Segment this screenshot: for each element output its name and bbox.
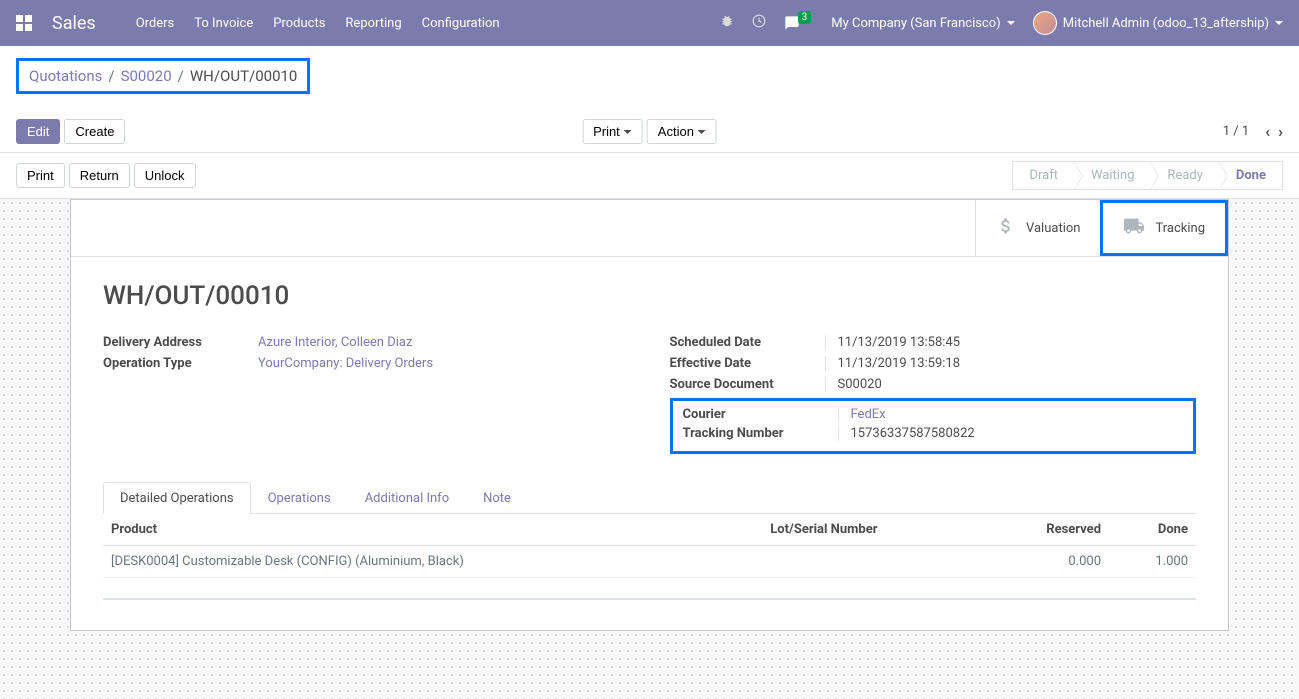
operation-type-label: Operation Type bbox=[103, 356, 258, 371]
valuation-stat-button[interactable]: Valuation bbox=[975, 200, 1100, 256]
truck-icon bbox=[1123, 215, 1145, 241]
company-name: My Company (San Francisco) bbox=[831, 16, 1000, 31]
col-reserved[interactable]: Reserved bbox=[983, 514, 1109, 546]
breadcrumb-order[interactable]: S00020 bbox=[121, 67, 172, 85]
chevron-down-icon bbox=[698, 130, 706, 134]
col-product[interactable]: Product bbox=[103, 514, 762, 546]
company-switcher[interactable]: My Company (San Francisco) bbox=[831, 16, 1014, 31]
apps-icon[interactable] bbox=[16, 15, 32, 31]
stat-buttons: Valuation Tracking bbox=[71, 200, 1228, 257]
clock-icon[interactable] bbox=[752, 14, 766, 32]
action-dropdown[interactable]: Action bbox=[647, 119, 717, 144]
menu-reporting[interactable]: Reporting bbox=[345, 16, 401, 31]
chevron-down-icon bbox=[1007, 21, 1015, 25]
chevron-down-icon bbox=[1275, 21, 1283, 25]
operation-type-value[interactable]: YourCompany: Delivery Orders bbox=[258, 356, 433, 371]
operations-table: Product Lot/Serial Number Reserved Done … bbox=[103, 514, 1196, 598]
print-dropdown[interactable]: Print bbox=[582, 119, 643, 144]
statusbar: Draft Waiting Ready Done bbox=[1012, 161, 1283, 190]
tab-detailed-operations[interactable]: Detailed Operations bbox=[103, 482, 251, 514]
delivery-address-label: Delivery Address bbox=[103, 335, 258, 350]
control-panel: Quotations / S00020 / WH/OUT/00010 Edit … bbox=[0, 46, 1299, 153]
valuation-label: Valuation bbox=[1026, 221, 1080, 236]
user-name: Mitchell Admin (odoo_13_aftership) bbox=[1063, 16, 1269, 31]
record-title: WH/OUT/00010 bbox=[103, 281, 1196, 311]
tabs: Detailed Operations Operations Additiona… bbox=[103, 482, 1196, 514]
left-field-group: Delivery Address Azure Interior, Colleen… bbox=[103, 335, 630, 454]
tracking-number-value: 15736337587580822 bbox=[851, 426, 975, 441]
cell-done: 1.000 bbox=[1109, 546, 1196, 578]
menu-orders[interactable]: Orders bbox=[136, 16, 175, 31]
dollar-icon bbox=[996, 216, 1016, 240]
breadcrumb: Quotations / S00020 / WH/OUT/00010 bbox=[16, 58, 310, 94]
tracking-stat-button[interactable]: Tracking bbox=[1100, 200, 1228, 256]
avatar bbox=[1033, 11, 1057, 35]
effective-date-value: 11/13/2019 13:59:18 bbox=[838, 356, 961, 371]
courier-label: Courier bbox=[683, 407, 838, 422]
pager-next[interactable]: › bbox=[1278, 122, 1283, 141]
edit-button[interactable]: Edit bbox=[16, 119, 60, 144]
scheduled-date-value: 11/13/2019 13:58:45 bbox=[838, 335, 961, 350]
right-field-group: Scheduled Date 11/13/2019 13:58:45 Effec… bbox=[670, 335, 1197, 454]
source-document-label: Source Document bbox=[670, 377, 825, 392]
menu-to-invoice[interactable]: To Invoice bbox=[194, 16, 253, 31]
status-ready[interactable]: Ready bbox=[1151, 161, 1219, 190]
status-waiting[interactable]: Waiting bbox=[1075, 161, 1151, 190]
table-footer bbox=[103, 598, 1196, 606]
main-menu: Orders To Invoice Products Reporting Con… bbox=[136, 16, 500, 31]
scheduled-date-label: Scheduled Date bbox=[670, 335, 825, 350]
unlock-button[interactable]: Unlock bbox=[134, 163, 196, 188]
topbar: Sales Orders To Invoice Products Reporti… bbox=[0, 0, 1299, 46]
cell-reserved: 0.000 bbox=[983, 546, 1109, 578]
pager-text[interactable]: 1 / 1 bbox=[1223, 124, 1249, 139]
source-document-value: S00020 bbox=[838, 377, 882, 392]
brand-title[interactable]: Sales bbox=[52, 13, 96, 34]
tab-additional-info[interactable]: Additional Info bbox=[348, 482, 466, 514]
breadcrumb-active: WH/OUT/00010 bbox=[190, 67, 298, 85]
tab-operations[interactable]: Operations bbox=[251, 482, 348, 514]
tracking-label: Tracking bbox=[1155, 221, 1205, 236]
col-done[interactable]: Done bbox=[1109, 514, 1196, 546]
menu-products[interactable]: Products bbox=[273, 16, 325, 31]
status-draft[interactable]: Draft bbox=[1012, 161, 1075, 190]
menu-configuration[interactable]: Configuration bbox=[422, 16, 500, 31]
print-button[interactable]: Print bbox=[16, 163, 65, 188]
table-row[interactable]: [DESK0004] Customizable Desk (CONFIG) (A… bbox=[103, 546, 1196, 578]
tracking-number-label: Tracking Number bbox=[683, 426, 838, 441]
pager-prev[interactable]: ‹ bbox=[1265, 122, 1270, 141]
tab-note[interactable]: Note bbox=[466, 482, 528, 514]
effective-date-label: Effective Date bbox=[670, 356, 825, 371]
chevron-down-icon bbox=[624, 130, 632, 134]
return-button[interactable]: Return bbox=[69, 163, 130, 188]
user-menu[interactable]: Mitchell Admin (odoo_13_aftership) bbox=[1033, 11, 1283, 35]
form-view: Valuation Tracking WH/OUT/00010 Delivery… bbox=[0, 199, 1299, 699]
chat-count: 3 bbox=[798, 11, 812, 24]
action-bar: Print Return Unlock Draft Waiting Ready … bbox=[0, 153, 1299, 199]
form-sheet: Valuation Tracking WH/OUT/00010 Delivery… bbox=[70, 199, 1229, 631]
chat-icon[interactable]: 3 bbox=[784, 15, 814, 31]
cell-lot bbox=[762, 546, 982, 578]
create-button[interactable]: Create bbox=[64, 119, 125, 144]
breadcrumb-quotations[interactable]: Quotations bbox=[29, 67, 102, 85]
tracking-info-box: Courier FedEx Tracking Number 1573633758… bbox=[670, 398, 1197, 454]
courier-value[interactable]: FedEx bbox=[851, 407, 886, 422]
bug-icon[interactable] bbox=[720, 14, 734, 32]
col-lot[interactable]: Lot/Serial Number bbox=[762, 514, 982, 546]
status-done[interactable]: Done bbox=[1220, 161, 1283, 190]
cell-product: [DESK0004] Customizable Desk (CONFIG) (A… bbox=[103, 546, 762, 578]
delivery-address-value[interactable]: Azure Interior, Colleen Diaz bbox=[258, 335, 412, 350]
